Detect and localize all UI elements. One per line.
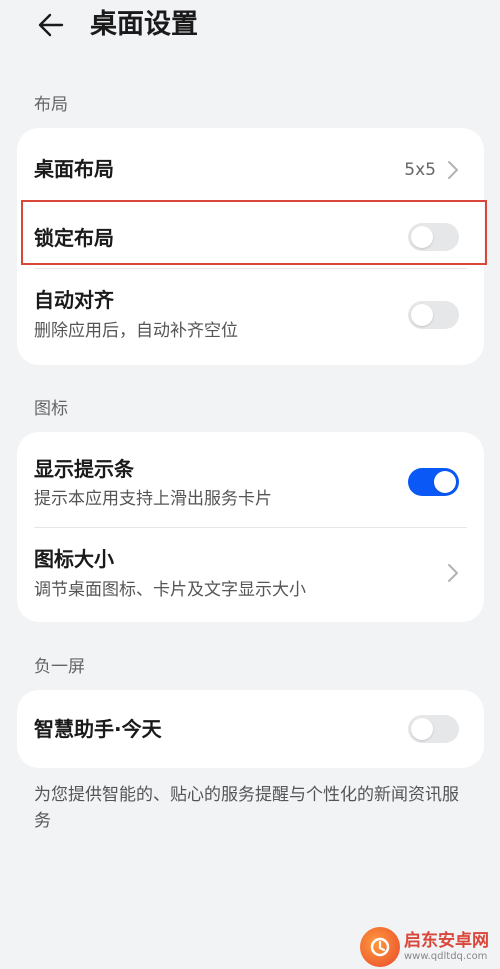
icon-size-title: 图标大小	[34, 547, 114, 571]
section-label-minus-one-screen: 负一屏	[34, 657, 85, 677]
auto-align-toggle[interactable]	[408, 301, 459, 329]
layout-card: 桌面布局 5x5 锁定布局 自动对齐 删除应用后，自动补齐空位	[17, 128, 484, 365]
toggle-knob	[434, 471, 456, 493]
smart-assistant-toggle[interactable]	[408, 715, 459, 743]
watermark: 启东安卓网 www.qdltdq.com	[360, 925, 500, 969]
lock-layout-title: 锁定布局	[34, 226, 114, 250]
chevron-right-icon	[448, 564, 458, 582]
icon-size-subtitle: 调节桌面图标、卡片及文字显示大小	[34, 580, 306, 600]
lock-layout-toggle[interactable]	[408, 223, 459, 251]
show-hint-bar-toggle[interactable]	[408, 468, 459, 496]
show-hint-bar-row[interactable]: 显示提示条 提示本应用支持上滑出服务卡片	[17, 432, 484, 527]
watermark-name: 启东安卓网	[404, 931, 489, 951]
arrow-left-icon	[38, 13, 64, 37]
toggle-knob	[411, 718, 433, 740]
show-hint-bar-subtitle: 提示本应用支持上滑出服务卡片	[34, 489, 272, 509]
lock-layout-row[interactable]: 锁定布局	[17, 201, 484, 267]
smart-assistant-description: 为您提供智能的、贴心的服务提醒与个性化的新闻资讯服务	[34, 785, 459, 831]
toggle-knob	[411, 226, 433, 248]
smart-assistant-row[interactable]: 智慧助手·今天	[17, 690, 484, 768]
auto-align-row[interactable]: 自动对齐 删除应用后，自动补齐空位	[17, 269, 484, 365]
icons-card: 显示提示条 提示本应用支持上滑出服务卡片 图标大小 调节桌面图标、卡片及文字显示…	[17, 432, 484, 622]
watermark-logo-icon	[360, 927, 400, 967]
auto-align-title: 自动对齐	[34, 288, 114, 312]
page-title: 桌面设置	[90, 9, 198, 40]
show-hint-bar-title: 显示提示条	[34, 457, 134, 481]
desktop-layout-title: 桌面布局	[34, 157, 114, 181]
chevron-right-icon	[448, 161, 458, 179]
smart-assistant-title: 智慧助手·今天	[34, 717, 162, 741]
minus-one-screen-card: 智慧助手·今天	[17, 690, 484, 768]
icon-size-row[interactable]: 图标大小 调节桌面图标、卡片及文字显示大小	[17, 528, 484, 622]
toggle-knob	[411, 304, 433, 326]
header-bar: 桌面设置	[0, 0, 500, 54]
auto-align-subtitle: 删除应用后，自动补齐空位	[34, 321, 238, 341]
watermark-url: www.qdltdq.com	[404, 951, 488, 962]
section-label-layout: 布局	[34, 95, 68, 115]
watermark-text: 启东安卓网 www.qdltdq.com	[404, 931, 489, 963]
desktop-layout-value: 5x5	[404, 160, 436, 180]
back-button[interactable]	[34, 8, 68, 42]
desktop-layout-row[interactable]: 桌面布局 5x5	[17, 128, 484, 200]
section-label-icons: 图标	[34, 399, 68, 419]
